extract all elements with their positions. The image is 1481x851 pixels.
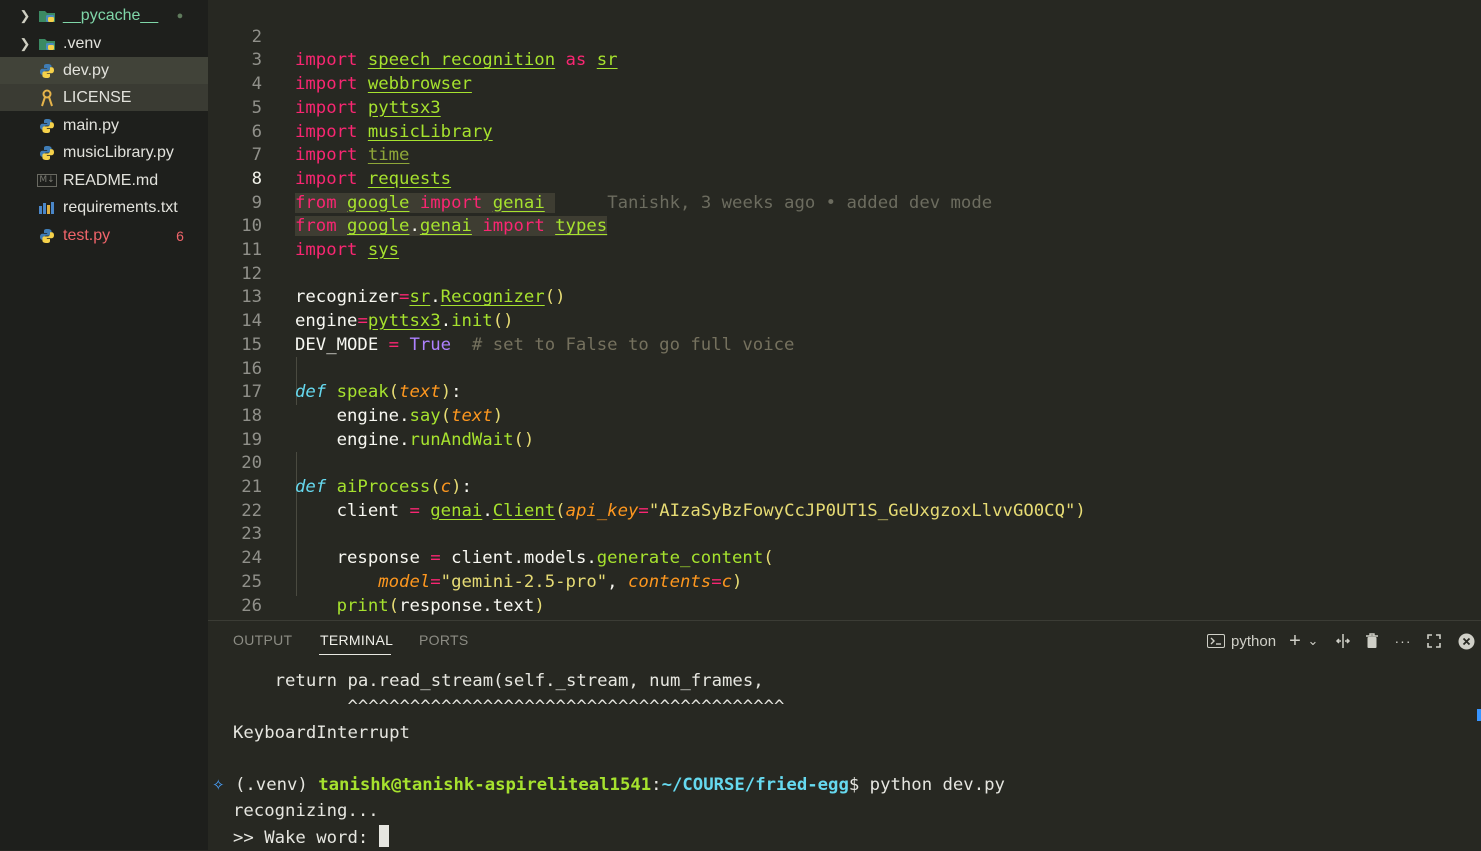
text-file-icon <box>37 199 57 217</box>
code-line[interactable]: 18 engine.runAndWait() <box>208 381 1481 450</box>
terminal-output[interactable]: return pa.read_stream(self._stream, num_… <box>208 661 1481 851</box>
python-folder-icon <box>37 7 57 25</box>
terminal-prompt-line: ✧ (.venv) tanishk@tanishk-aspireliteal15… <box>212 775 1005 795</box>
code-line[interactable]: 5 import musicLibrary <box>208 73 1481 142</box>
terminal-input-line[interactable]: >> Wake word: <box>233 825 389 849</box>
tree-item-label: dev.py <box>63 61 109 79</box>
active-tab-indicator <box>319 654 391 655</box>
tree-item-main-py[interactable]: ❯ main.py <box>0 112 208 139</box>
code-line[interactable]: 7 import requests <box>208 121 1481 189</box>
code-editor[interactable]: 2 import speech_recognition as sr 3 impo… <box>208 0 1481 620</box>
tree-item-label: LICENSE <box>63 88 132 106</box>
tree-item-venv[interactable]: ❯ .venv <box>0 30 208 57</box>
tab-ports[interactable]: PORTS <box>419 632 468 648</box>
terminal-icon <box>1206 631 1226 651</box>
python-file-icon <box>37 117 57 135</box>
chevron-right-icon: ❯ <box>19 35 31 51</box>
python-file-icon <box>37 62 57 80</box>
code-line[interactable]: 22 <box>208 476 1481 521</box>
modified-dot-badge: ● <box>176 9 184 22</box>
tree-item-musiclibrary-py[interactable]: ❯ musicLibrary.py <box>0 139 208 166</box>
tree-item-pycache[interactable]: ❯ __pycache__ ● <box>0 2 208 29</box>
code-line[interactable]: 15 <box>208 310 1481 355</box>
terminal-name[interactable]: python <box>1231 631 1276 651</box>
code-line[interactable]: 20 def aiProcess(c): <box>208 429 1481 497</box>
code-line[interactable]: 2 import speech_recognition as sr <box>208 2 1481 71</box>
code-line[interactable]: 12 recognizer=sr.Recognizer() <box>208 239 1481 308</box>
scrollbar-marker <box>1477 709 1481 721</box>
split-terminal-icon[interactable] <box>1334 631 1352 651</box>
more-actions-icon[interactable]: ··· <box>1393 631 1413 651</box>
code-line[interactable]: 11 <box>208 215 1481 260</box>
code-line[interactable]: 9 from google.genai import types <box>208 168 1481 237</box>
code-line[interactable]: 19 <box>208 405 1481 450</box>
tree-item-requirements-txt[interactable]: ❯ requirements.txt <box>0 194 208 221</box>
python-file-icon <box>37 144 57 162</box>
tree-item-label: main.py <box>63 116 120 134</box>
new-terminal-button[interactable]: + <box>1287 630 1303 652</box>
code-line[interactable]: 14 DEV_MODE = True # set to False to go … <box>208 286 1481 355</box>
tree-item-label: test.py <box>63 226 111 244</box>
tree-item-dev-py[interactable]: ❯ dev.py <box>0 57 208 84</box>
code-line[interactable]: 27 <box>208 595 1481 620</box>
terminal-line: KeyboardInterrupt <box>233 723 410 743</box>
code-line[interactable]: 26 speak(response.text) <box>208 571 1481 621</box>
code-line[interactable]: 3 import webbrowser <box>208 26 1481 94</box>
code-line[interactable]: 21 client = genai.Client(api_key="AIzaSy… <box>208 452 1481 521</box>
tree-item-label: requirements.txt <box>63 198 178 216</box>
terminal-cursor <box>378 825 389 847</box>
explorer-sidebar: ❯ __pycache__ ● ❯ .venv ❯ dev.py ❯ LICEN… <box>0 0 208 850</box>
chevron-down-icon[interactable]: ⌄ <box>1307 631 1319 651</box>
tab-output[interactable]: OUTPUT <box>233 632 292 648</box>
python-file-icon <box>37 227 57 245</box>
code-line[interactable]: 24 model="gemini-2.5-pro", contents=c) <box>208 523 1481 592</box>
code-line[interactable]: 10 import sys <box>208 192 1481 260</box>
trash-icon[interactable] <box>1364 631 1380 651</box>
tree-item-label: __pycache__ <box>63 6 159 24</box>
bottom-panel: OUTPUT TERMINAL PORTS python + ⌄ ··· ret… <box>208 620 1481 851</box>
code-line[interactable]: 4 import pyttsx3 <box>208 49 1481 118</box>
close-panel-icon[interactable] <box>1457 631 1475 651</box>
license-icon <box>37 89 57 107</box>
code-line[interactable]: 23 response = client.models.generate_con… <box>208 500 1481 568</box>
code-line[interactable]: 25 print(response.text) <box>208 547 1481 616</box>
python-folder-icon <box>37 35 57 53</box>
tree-item-label: README.md <box>63 171 159 189</box>
markdown-icon: M↓ <box>37 174 57 187</box>
chevron-right-icon: ❯ <box>19 7 31 23</box>
code-line[interactable]: 16 def speak(text): <box>208 334 1481 403</box>
code-line[interactable]: 6 import time <box>208 97 1481 166</box>
code-line[interactable]: 17 engine.say(text) <box>208 358 1481 426</box>
tree-item-license[interactable]: ❯ LICENSE <box>0 84 208 111</box>
tree-item-test-py[interactable]: ❯ test.py 6 <box>0 222 208 249</box>
tree-item-label: musicLibrary.py <box>63 143 174 161</box>
problem-count-badge: 6 <box>176 227 184 244</box>
panel-tab-bar: OUTPUT TERMINAL PORTS python + ⌄ ··· <box>208 621 1481 659</box>
tree-item-label: .venv <box>63 34 102 52</box>
terminal-line: ^^^^^^^^^^^^^^^^^^^^^^^^^^^^^^^^^^^^^^^^… <box>347 697 785 717</box>
tab-terminal[interactable]: TERMINAL <box>320 632 393 648</box>
terminal-line: recognizing... <box>233 801 379 821</box>
maximize-panel-icon[interactable] <box>1425 631 1443 651</box>
terminal-line: return pa.read_stream(self._stream, num_… <box>274 671 764 691</box>
sparkle-icon: ✧ <box>212 776 225 794</box>
code-line-active[interactable]: 8 from google import genai Tanishk, 3 we… <box>208 144 1481 213</box>
tree-item-readme-md[interactable]: ❯ M↓ README.md <box>0 167 208 194</box>
code-line[interactable]: 13 engine=pyttsx3.init() <box>208 263 1481 331</box>
